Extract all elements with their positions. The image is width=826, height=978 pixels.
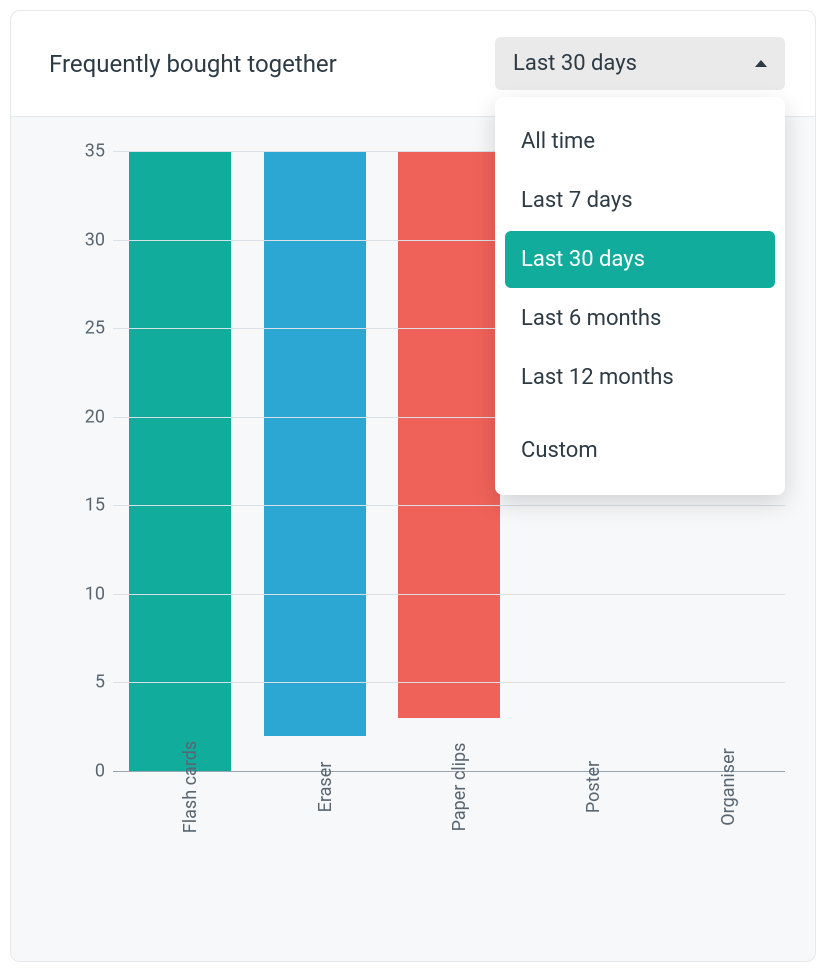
- card-title: Frequently bought together: [49, 50, 337, 78]
- x-axis-tick-label: Flash cards: [113, 781, 247, 941]
- bar-column: [247, 151, 381, 771]
- x-axis-tick-label: Eraser: [247, 781, 381, 941]
- bar[interactable]: [398, 151, 500, 718]
- y-axis-tick-label: 20: [71, 406, 105, 427]
- grid-line: [113, 594, 785, 595]
- caret-up-icon: [755, 60, 767, 67]
- date-range-option[interactable]: Custom: [505, 422, 775, 479]
- x-axis-labels: Flash cardsEraserPaper clipsPosterOrgani…: [113, 781, 785, 941]
- card-header: Frequently bought together Last 30 days …: [11, 11, 815, 117]
- chart-card: Frequently bought together Last 30 days …: [10, 10, 816, 962]
- date-range-button[interactable]: Last 30 days: [495, 37, 785, 90]
- date-range-option[interactable]: All time: [505, 113, 775, 170]
- y-axis-tick-label: 15: [71, 495, 105, 516]
- date-range-menu: All timeLast 7 daysLast 30 daysLast 6 mo…: [495, 97, 785, 495]
- x-axis-tick-label: Organiser: [651, 781, 785, 941]
- y-axis-tick-label: 5: [71, 672, 105, 693]
- bar-column: [113, 151, 247, 771]
- date-range-option[interactable]: Last 30 days: [505, 231, 775, 288]
- date-range-option[interactable]: Last 6 months: [505, 290, 775, 347]
- x-axis-tick-label: Poster: [516, 781, 650, 941]
- grid-line: [113, 682, 785, 683]
- date-range-option[interactable]: Last 12 months: [505, 349, 775, 406]
- bar[interactable]: [129, 151, 231, 771]
- y-axis-tick-label: 25: [71, 318, 105, 339]
- grid-line: [113, 505, 785, 506]
- y-axis-tick-label: 30: [71, 229, 105, 250]
- date-range-dropdown: Last 30 days All timeLast 7 daysLast 30 …: [495, 37, 785, 90]
- y-axis-tick-label: 0: [71, 761, 105, 782]
- date-range-selected-label: Last 30 days: [513, 51, 637, 76]
- y-axis-tick-label: 35: [71, 141, 105, 162]
- y-axis-tick-label: 10: [71, 583, 105, 604]
- date-range-option[interactable]: Last 7 days: [505, 172, 775, 229]
- x-axis-tick-label: Paper clips: [382, 781, 516, 941]
